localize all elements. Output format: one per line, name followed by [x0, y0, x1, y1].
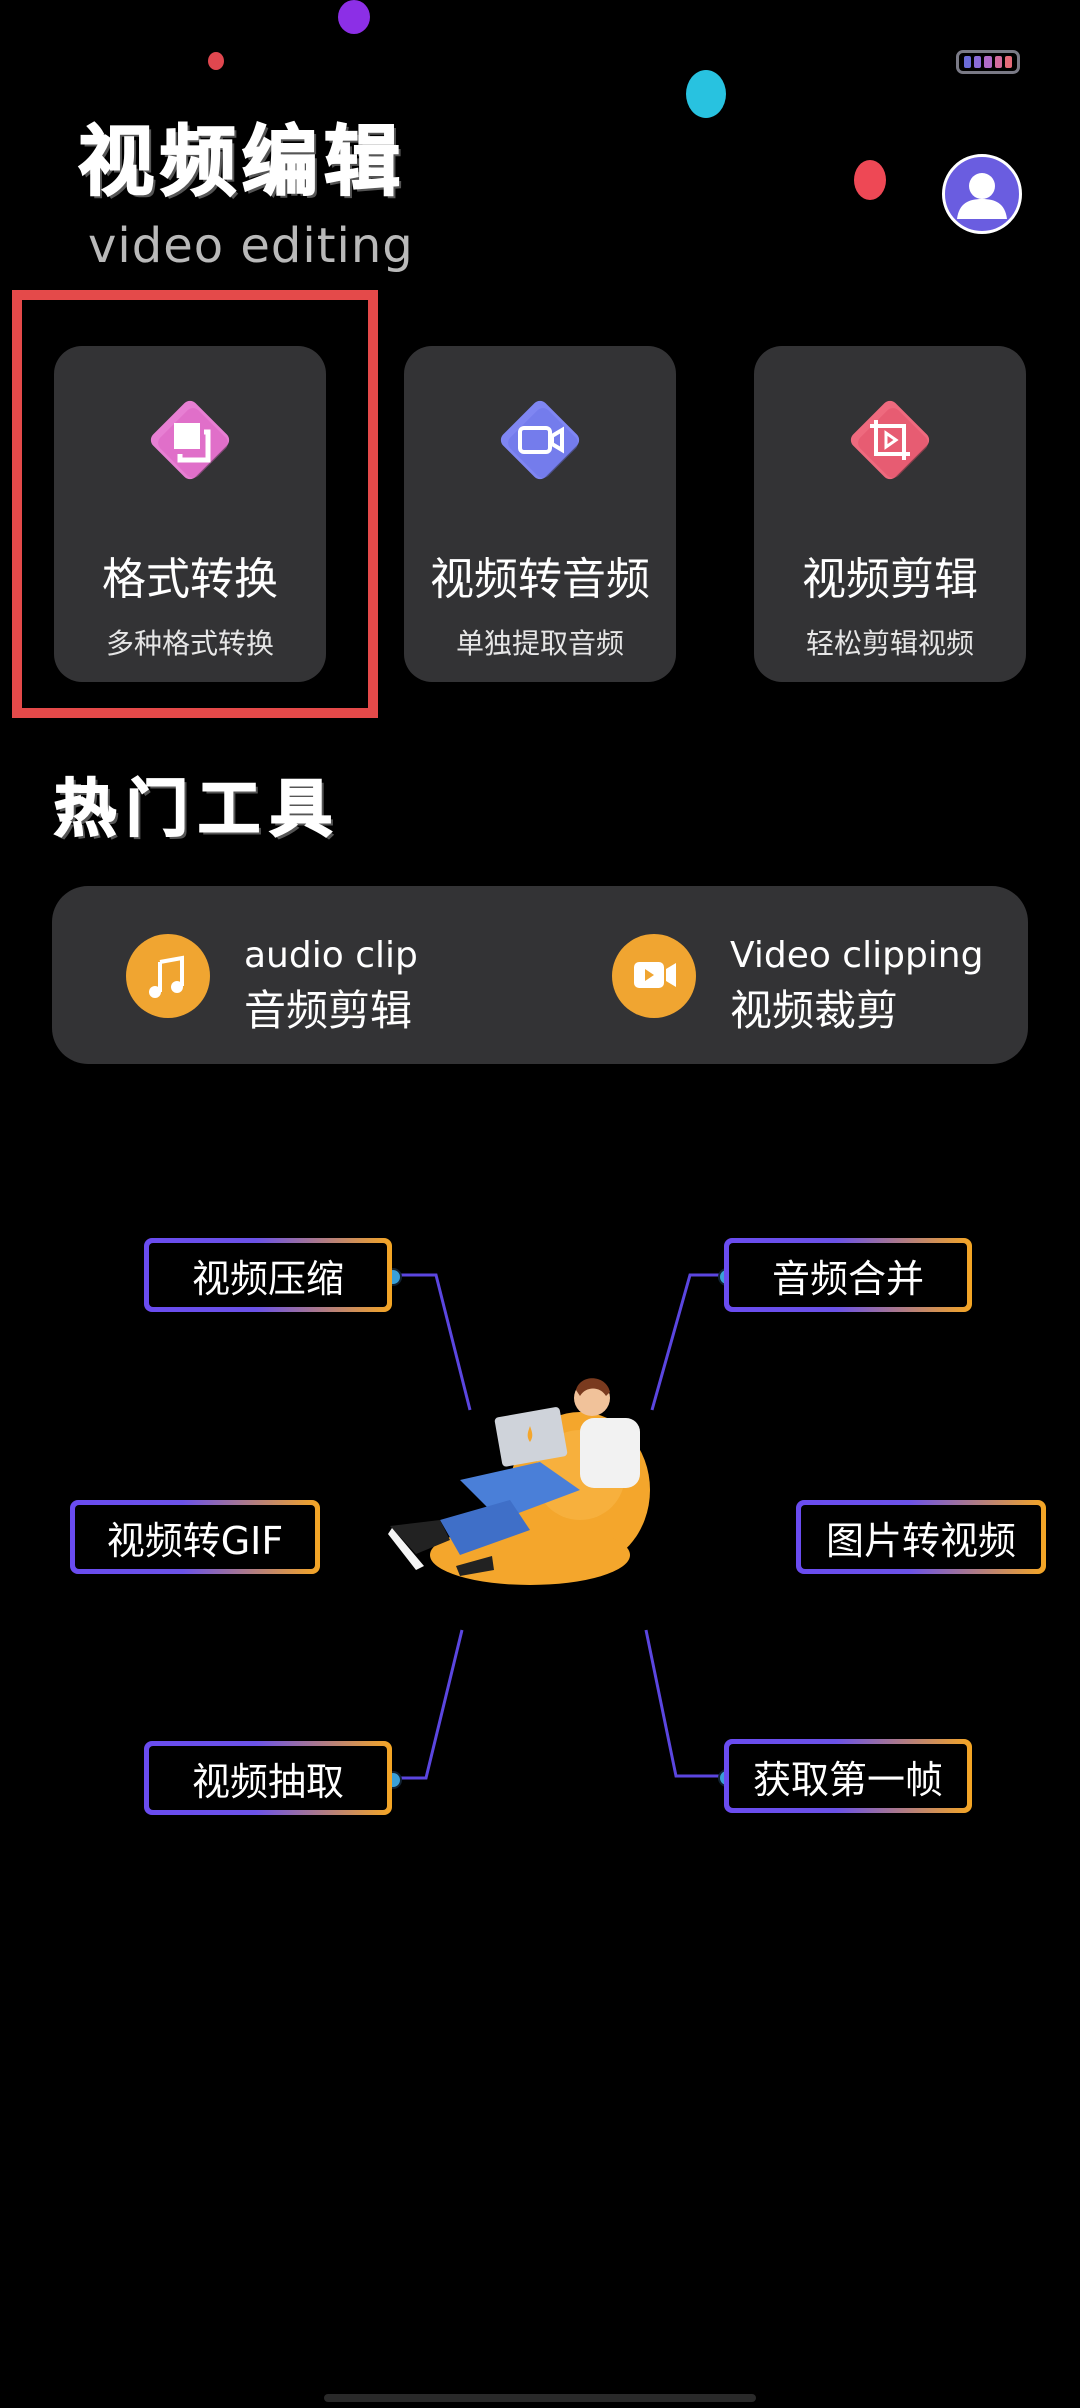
tag-video-to-gif[interactable]: 视频转GIF	[70, 1500, 320, 1574]
video-camera-icon	[500, 400, 580, 480]
tag-label: 视频抽取	[149, 1746, 387, 1810]
crop-play-icon	[850, 400, 930, 480]
hot-item-cn: 音频剪辑	[244, 986, 413, 1035]
video-edit-card[interactable]: 视频剪辑 轻松剪辑视频	[754, 346, 1026, 682]
card-label: 视频转音频	[430, 554, 650, 605]
home-indicator[interactable]	[324, 2394, 756, 2402]
tag-image-to-video[interactable]: 图片转视频	[796, 1500, 1046, 1574]
video-icon	[612, 934, 696, 1018]
selection-highlight	[12, 290, 378, 718]
tag-label: 图片转视频	[801, 1505, 1041, 1569]
hot-item-cn: 视频裁剪	[730, 986, 899, 1035]
audio-clip-item[interactable]: audio clip 音频剪辑	[126, 886, 506, 1064]
tag-label: 视频转GIF	[75, 1505, 315, 1569]
user-icon	[957, 173, 1007, 219]
card-sublabel: 单独提取音频	[455, 627, 624, 660]
tag-audio-merge[interactable]: 音频合并	[724, 1238, 972, 1312]
tag-label: 视频压缩	[149, 1243, 387, 1307]
hot-item-en: audio clip	[244, 935, 418, 976]
hot-tools-panel: audio clip 音频剪辑 Video clipping 视频裁剪	[52, 886, 1028, 1064]
card-label: 视频剪辑	[802, 554, 978, 605]
app-title: 视频编辑	[77, 117, 406, 206]
user-avatar-button[interactable]	[942, 154, 1022, 234]
decor-dot-red	[854, 160, 886, 200]
video-clipping-item[interactable]: Video clipping 视频裁剪	[612, 886, 1012, 1064]
tag-first-frame[interactable]: 获取第一帧	[724, 1739, 972, 1813]
app-subtitle: video editing	[88, 218, 414, 274]
decor-dot-red-small	[208, 52, 224, 70]
music-note-icon	[126, 934, 210, 1018]
card-sublabel: 轻松剪辑视频	[805, 627, 974, 660]
tag-label: 获取第一帧	[729, 1744, 967, 1808]
tag-video-compress[interactable]: 视频压缩	[144, 1238, 392, 1312]
decor-dot-cyan	[686, 70, 726, 118]
hot-item-en: Video clipping	[730, 935, 984, 976]
video-to-audio-card[interactable]: 视频转音频 单独提取音频	[404, 346, 676, 682]
tag-video-extract[interactable]: 视频抽取	[144, 1741, 392, 1815]
tag-label: 音频合并	[729, 1243, 967, 1307]
person-with-laptop-illustration	[388, 1378, 650, 1585]
decor-dot-purple	[338, 0, 370, 34]
battery-icon	[956, 50, 1020, 74]
hot-tools-title: 热门工具	[53, 772, 343, 845]
